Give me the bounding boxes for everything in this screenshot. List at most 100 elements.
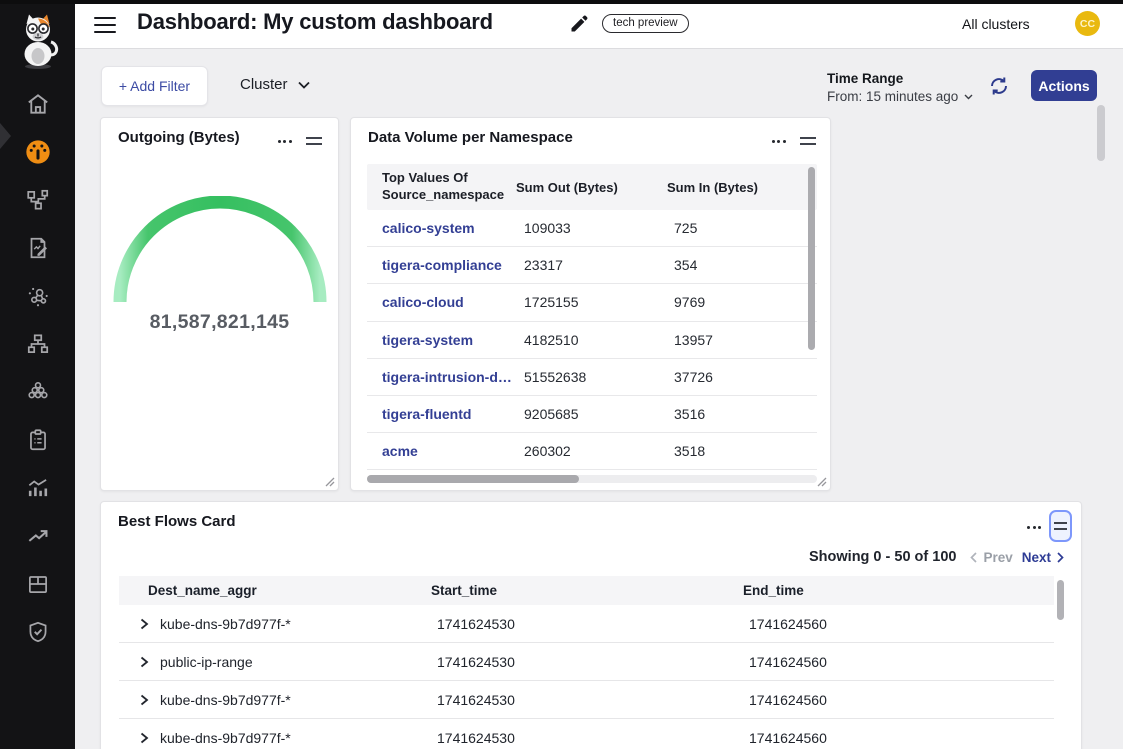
top-bar: Dashboard: My custom dashboard tech prev… bbox=[0, 0, 1123, 49]
table-row: tigera-intrusion-d… 51552638 37726 bbox=[367, 359, 817, 396]
column-header: End_time bbox=[743, 583, 1054, 598]
ellipsis-menu-icon[interactable] bbox=[278, 136, 292, 147]
sum-out-value: 1725155 bbox=[516, 294, 667, 310]
column-header: Sum In (Bytes) bbox=[667, 180, 817, 195]
column-header: Top Values Of Source_namespace bbox=[367, 170, 516, 204]
top-edge-strip bbox=[0, 0, 1123, 4]
row-expand-chevron-icon[interactable] bbox=[140, 656, 149, 668]
start-time-value: 1741624530 bbox=[431, 654, 743, 670]
cluster-filter-label: Cluster bbox=[240, 76, 288, 93]
trend-arrow-icon[interactable] bbox=[0, 512, 75, 560]
cluster-filter-dropdown[interactable]: Cluster bbox=[240, 76, 310, 93]
edit-pencil-icon[interactable] bbox=[569, 14, 589, 34]
namespace-link[interactable]: calico-system bbox=[367, 220, 516, 236]
drag-handle-icon[interactable] bbox=[800, 134, 816, 148]
row-expand-chevron-icon[interactable] bbox=[140, 732, 149, 744]
end-time-value: 1741624560 bbox=[743, 654, 1054, 670]
namespace-link[interactable]: tigera-fluentd bbox=[367, 406, 516, 422]
bar-line-chart-icon[interactable] bbox=[0, 464, 75, 512]
calico-cat-logo[interactable] bbox=[14, 12, 62, 70]
resize-corner-handle[interactable] bbox=[817, 477, 827, 487]
home-icon[interactable] bbox=[0, 80, 75, 128]
gauge-arc bbox=[110, 196, 330, 311]
resize-corner-handle[interactable] bbox=[325, 477, 335, 487]
sum-in-value: 13957 bbox=[667, 332, 817, 348]
table-horizontal-scrollbar[interactable] bbox=[367, 475, 817, 483]
sum-in-value: 37726 bbox=[667, 369, 817, 385]
dest-name-value: kube-dns-9b7d977f-* bbox=[160, 692, 291, 708]
refresh-icon[interactable] bbox=[987, 74, 1011, 98]
topology-icon[interactable] bbox=[0, 176, 75, 224]
table-row: tigera-system 4182510 13957 bbox=[367, 322, 817, 359]
user-avatar[interactable]: CC bbox=[1075, 11, 1100, 36]
card-title: Best Flows Card bbox=[118, 513, 236, 530]
sum-in-value: 354 bbox=[667, 257, 817, 273]
table-body: kube-dns-9b7d977f-* 1741624530 174162456… bbox=[119, 605, 1054, 749]
gauge-dashboard-icon[interactable] bbox=[0, 128, 75, 176]
table-row: public-ip-range 1741624530 1741624560 bbox=[119, 643, 1054, 681]
sum-out-value: 51552638 bbox=[516, 369, 667, 385]
sum-in-value: 3516 bbox=[667, 406, 817, 422]
table-header-row: Dest_name_aggr Start_time End_time bbox=[119, 576, 1054, 605]
clipboard-icon[interactable] bbox=[0, 416, 75, 464]
shield-check-icon[interactable] bbox=[0, 608, 75, 656]
chevron-left-icon bbox=[970, 552, 977, 563]
namespace-link[interactable]: tigera-system bbox=[367, 332, 516, 348]
pagination-status: Showing 0 - 50 of 100 bbox=[809, 549, 956, 565]
namespace-link[interactable]: tigera-intrusion-d… bbox=[367, 369, 516, 385]
table-row: calico-cloud 1725155 9769 bbox=[367, 284, 817, 321]
end-time-value: 1741624560 bbox=[743, 616, 1054, 632]
start-time-value: 1741624530 bbox=[431, 730, 743, 746]
sum-out-value: 260302 bbox=[516, 443, 667, 459]
namespace-link[interactable]: calico-cloud bbox=[367, 294, 516, 310]
hamburger-menu-icon[interactable] bbox=[94, 17, 116, 37]
honeycomb-icon[interactable] bbox=[0, 368, 75, 416]
table-vertical-scrollbar[interactable] bbox=[808, 167, 815, 350]
report-edit-icon[interactable] bbox=[0, 224, 75, 272]
drag-handle-icon[interactable] bbox=[1054, 519, 1067, 533]
outgoing-bytes-card: Outgoing (Bytes) 81,587,821,145 bbox=[100, 117, 339, 491]
sum-in-value: 725 bbox=[667, 220, 817, 236]
pagination: Showing 0 - 50 of 100 Prev Next bbox=[809, 549, 1064, 565]
page-title: Dashboard: My custom dashboard bbox=[137, 9, 493, 35]
card-title: Data Volume per Namespace bbox=[368, 129, 573, 146]
tech-preview-badge: tech preview bbox=[602, 14, 689, 33]
ellipsis-menu-icon[interactable] bbox=[772, 136, 786, 147]
package-icon[interactable] bbox=[0, 560, 75, 608]
add-filter-button[interactable]: + Add Filter bbox=[101, 66, 208, 106]
sitemap-icon[interactable] bbox=[0, 320, 75, 368]
sum-out-value: 109033 bbox=[516, 220, 667, 236]
chevron-right-icon bbox=[1057, 552, 1064, 563]
namespace-table: Top Values Of Source_namespace Sum Out (… bbox=[367, 164, 817, 470]
ellipsis-menu-icon[interactable] bbox=[1027, 522, 1041, 533]
page-scrollbar-thumb[interactable] bbox=[1097, 105, 1105, 161]
gauge-value: 81,587,821,145 bbox=[101, 311, 338, 334]
table-body: calico-system 109033 725 tigera-complian… bbox=[367, 210, 817, 470]
drag-handle-focused[interactable] bbox=[1049, 510, 1072, 542]
actions-button[interactable]: Actions bbox=[1031, 70, 1097, 101]
sidebar-nav bbox=[0, 0, 75, 749]
table-header-row: Top Values Of Source_namespace Sum Out (… bbox=[367, 164, 817, 210]
drag-handle-icon[interactable] bbox=[306, 134, 322, 148]
data-volume-card: Data Volume per Namespace Top Values Of … bbox=[350, 117, 831, 491]
row-expand-chevron-icon[interactable] bbox=[140, 694, 149, 706]
end-time-value: 1741624560 bbox=[743, 730, 1054, 746]
cluster-scope-selector[interactable]: All clusters bbox=[962, 16, 1030, 32]
table-row: tigera-compliance 23317 354 bbox=[367, 247, 817, 284]
column-header: Dest_name_aggr bbox=[119, 583, 431, 598]
dest-name-value: public-ip-range bbox=[160, 654, 253, 670]
molecule-icon[interactable] bbox=[0, 272, 75, 320]
end-time-value: 1741624560 bbox=[743, 692, 1054, 708]
prev-page-button[interactable]: Prev bbox=[970, 550, 1012, 565]
card-title: Outgoing (Bytes) bbox=[118, 129, 240, 146]
time-range-from-dropdown[interactable]: From: 15 minutes ago bbox=[827, 89, 973, 104]
row-expand-chevron-icon[interactable] bbox=[140, 618, 149, 630]
namespace-link[interactable]: acme bbox=[367, 443, 516, 459]
table-vertical-scrollbar[interactable] bbox=[1057, 580, 1064, 620]
table-row: kube-dns-9b7d977f-* 1741624530 174162456… bbox=[119, 605, 1054, 643]
namespace-link[interactable]: tigera-compliance bbox=[367, 257, 516, 273]
sum-in-value: 3518 bbox=[667, 443, 817, 459]
next-page-button[interactable]: Next bbox=[1022, 550, 1064, 565]
chevron-down-icon bbox=[298, 81, 310, 89]
table-row: calico-system 109033 725 bbox=[367, 210, 817, 247]
